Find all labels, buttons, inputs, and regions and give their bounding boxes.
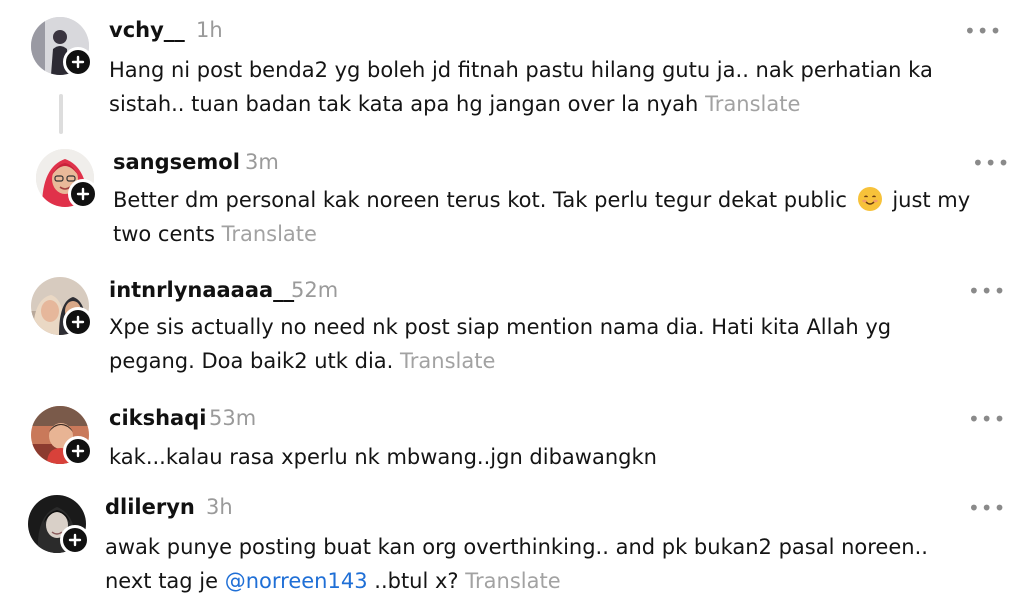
comment-line: Xpe sis actually no need nk post siap me… <box>109 315 892 339</box>
username[interactable]: sangsemol <box>113 150 240 174</box>
comment-line: Better dm personal kak noreen terus kot.… <box>113 183 970 217</box>
comment-line-text: just my <box>892 188 971 212</box>
more-options-icon[interactable]: ••• <box>964 21 1002 41</box>
comment-line: Hang ni post benda2 yg boleh jd fitnah p… <box>109 58 933 82</box>
comment-line-text: two cents <box>113 222 215 246</box>
comment-line: two cents Translate <box>113 217 970 251</box>
more-options-icon[interactable]: ••• <box>968 281 1006 301</box>
comment-item: cikshaqi 53m ••• kak...kalau rasa xperlu… <box>0 395 1024 485</box>
comment-text: awak punye posting buat kan org overthin… <box>105 530 928 598</box>
follow-plus-icon[interactable] <box>68 179 98 209</box>
comment-line: kak...kalau rasa xperlu nk mbwang..jgn d… <box>109 445 657 469</box>
username[interactable]: cikshaqi <box>109 406 206 430</box>
comment-text: Hang ni post benda2 yg boleh jd fitnah p… <box>109 53 933 121</box>
follow-plus-icon[interactable] <box>60 525 90 555</box>
avatar[interactable] <box>31 17 93 77</box>
comment-text: Xpe sis actually no need nk post siap me… <box>109 310 891 378</box>
follow-plus-icon[interactable] <box>63 47 93 77</box>
comment-item: intnrlynaaaaa__ 52m ••• Xpe sis actually… <box>0 265 1024 395</box>
follow-plus-icon[interactable] <box>63 307 93 337</box>
comment-line: sistah.. tuan badan tak kata apa hg jang… <box>109 87 933 121</box>
comment-item: vchy__ 1h ••• Hang ni post benda2 yg bol… <box>0 0 1024 140</box>
comment-line-text: Better dm personal kak noreen terus kot.… <box>113 188 847 212</box>
comment-line: next tag je @norreen143 ..btul x? Transl… <box>105 564 928 598</box>
comment-line: awak punye posting buat kan org overthin… <box>105 535 928 559</box>
timestamp: 3m <box>245 150 279 174</box>
more-options-icon[interactable]: ••• <box>968 409 1006 429</box>
follow-plus-icon[interactable] <box>63 436 93 466</box>
comment-item: dlileryn 3h ••• awak punye posting buat … <box>0 485 1024 611</box>
translate-link[interactable]: Translate <box>222 222 317 246</box>
timestamp: 3h <box>206 495 233 519</box>
timestamp: 53m <box>209 406 257 430</box>
username[interactable]: vchy__ <box>109 18 185 42</box>
smiling-face-emoji-icon <box>857 187 882 211</box>
comment-text: kak...kalau rasa xperlu nk mbwang..jgn d… <box>109 440 657 474</box>
comment-line-text: next tag je <box>105 569 219 593</box>
username[interactable]: dlileryn <box>105 495 195 519</box>
mention-link[interactable]: @norreen143 <box>225 569 368 593</box>
more-options-icon[interactable]: ••• <box>972 153 1010 173</box>
comment-line-text: pegang. Doa baik2 utk dia. <box>109 349 394 373</box>
username[interactable]: intnrlynaaaaa__ <box>109 278 294 302</box>
timestamp: 52m <box>291 278 339 302</box>
more-options-icon[interactable]: ••• <box>968 498 1006 518</box>
translate-link[interactable]: Translate <box>465 569 560 593</box>
comment-line-text: ..btul x? <box>374 569 459 593</box>
avatar[interactable] <box>28 495 90 555</box>
translate-link[interactable]: Translate <box>705 92 800 116</box>
avatar[interactable] <box>31 406 93 466</box>
comment-text: Better dm personal kak noreen terus kot.… <box>113 183 970 251</box>
avatar[interactable] <box>36 149 98 209</box>
translate-link[interactable]: Translate <box>400 349 495 373</box>
timestamp: 1h <box>196 18 223 42</box>
avatar[interactable] <box>31 277 93 337</box>
comment-line: pegang. Doa baik2 utk dia. Translate <box>109 344 891 378</box>
comment-line-text: sistah.. tuan badan tak kata apa hg jang… <box>109 92 699 116</box>
comment-item: sangsemol 3m ••• Better dm personal kak … <box>0 140 1024 265</box>
